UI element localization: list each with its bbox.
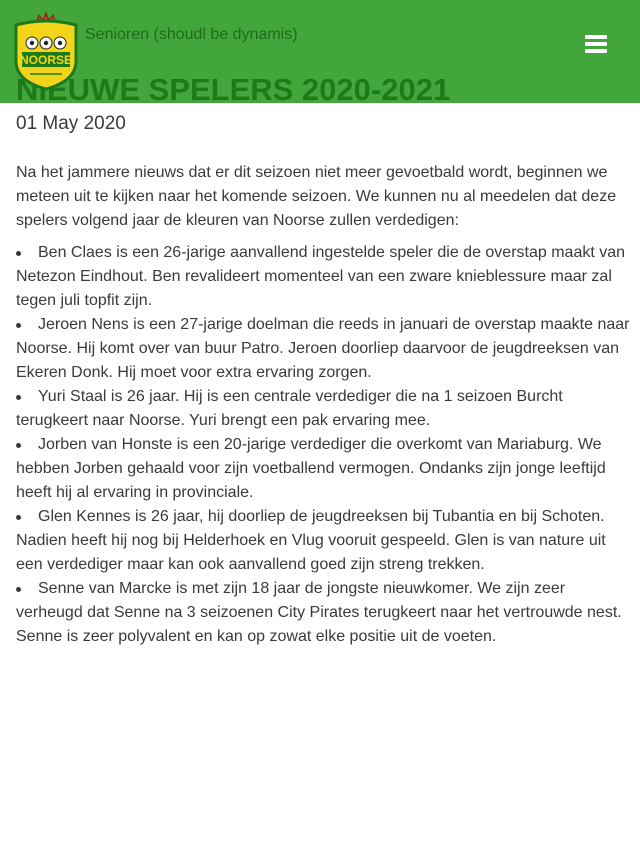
article-body: Na het jammere nieuws dat er dit seizoen… bbox=[16, 161, 630, 649]
list-item: Jorben van Honste is een 20-jarige verde… bbox=[16, 433, 630, 505]
list-item: Senne van Marcke is met zijn 18 jaar de … bbox=[16, 577, 630, 649]
article-date: 01 May 2020 bbox=[16, 113, 126, 134]
article-intro: Na het jammere nieuws dat er dit seizoen… bbox=[16, 164, 617, 229]
club-logo[interactable]: NOORSE bbox=[10, 11, 82, 91]
player-list: Ben Claes is een 26-jarige aanvallend in… bbox=[16, 241, 630, 649]
list-item: Ben Claes is een 26-jarige aanvallend in… bbox=[16, 241, 630, 313]
section-subtitle[interactable]: Senioren (shoudl be dynamis) bbox=[85, 26, 298, 44]
menu-button[interactable] bbox=[580, 30, 612, 60]
list-item: Yuri Staal is 26 jaar. Hij is een centra… bbox=[16, 385, 630, 433]
list-item: Glen Kennes is 26 jaar, hij doorliep de … bbox=[16, 505, 630, 577]
club-crest-icon: NOORSE bbox=[14, 11, 78, 91]
logo-text: NOORSE bbox=[20, 53, 72, 67]
list-item: Jeroen Nens is een 27-jarige doelman die… bbox=[16, 313, 630, 385]
